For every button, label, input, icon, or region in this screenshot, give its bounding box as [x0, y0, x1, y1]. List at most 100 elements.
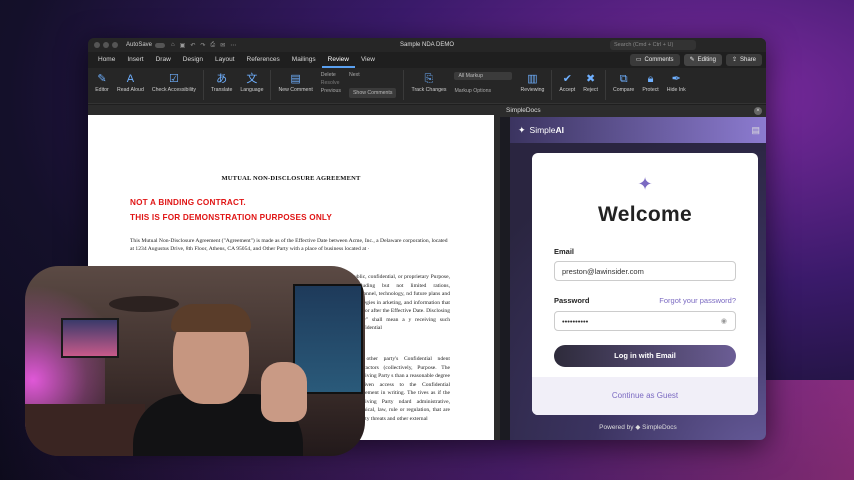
accept-label: Accept	[559, 87, 576, 93]
tab-home[interactable]: Home	[92, 52, 121, 68]
tab-insert[interactable]: Insert	[121, 52, 149, 68]
ribbon-tabs: Home Insert Draw Design Layout Reference…	[88, 52, 766, 68]
divider	[202, 70, 204, 100]
track-changes-button[interactable]: ⎘ Track Changes	[408, 70, 449, 93]
agreement-title: MUTUAL NON-DISCLOSURE AGREEMENT	[221, 175, 361, 182]
tab-references[interactable]: References	[241, 52, 286, 68]
read-aloud-button[interactable]: A Read Aloud	[114, 70, 147, 93]
forgot-password-link[interactable]: Forgot your password?	[659, 296, 736, 305]
tab-view[interactable]: View	[355, 52, 381, 68]
language-icon: 文	[246, 73, 258, 85]
next-comment-button[interactable]: Next	[349, 72, 397, 78]
home-icon[interactable]: ⌂	[171, 42, 175, 49]
hide-ink-icon: ✒	[671, 73, 681, 85]
document-title: Sample NDA DEMO	[399, 42, 455, 48]
track-changes-icon: ⎘	[424, 73, 434, 85]
divider	[403, 70, 405, 100]
new-comment-label: New Comment	[278, 87, 313, 93]
title-bar: AutoSave ⌂ ▣ ↶ ↷ ⎙ ✉ ⋯ Sample NDA DEMO S…	[88, 38, 766, 52]
delete-comment-button[interactable]: Delete	[321, 72, 341, 78]
previous-comment-button[interactable]: Previous	[321, 88, 341, 94]
accept-button[interactable]: ✔ Accept	[556, 70, 578, 93]
track-changes-label: Track Changes	[411, 87, 447, 93]
simpleai-pane: ✦ Simple AI ▤ ✦ Welcome Email preston@law…	[510, 117, 766, 440]
tab-design[interactable]: Design	[177, 52, 209, 68]
undo-icon[interactable]: ↶	[190, 42, 195, 49]
powered-brand: SimpleDocs	[642, 424, 677, 431]
autosave-toggle[interactable]: AutoSave	[126, 42, 166, 48]
login-button[interactable]: Log in with Email	[554, 345, 736, 367]
simpledocs-panel: SimpleDocs × ✦ Simple AI ▤ ✦ Welcome Emai…	[500, 105, 766, 440]
webcam-overlay	[25, 266, 365, 456]
continue-as-guest-link[interactable]: Continue as Guest	[532, 391, 758, 400]
comment-icon: ▭	[635, 57, 642, 63]
protect-button[interactable]: 🔒︎ Protect	[639, 70, 661, 93]
guest-section: Continue as Guest	[532, 377, 758, 415]
autosave-label: AutoSave	[126, 42, 153, 48]
markup-select[interactable]: All Markup	[454, 72, 513, 80]
tab-draw[interactable]: Draw	[150, 52, 177, 68]
brand-bar: ✦ Simple AI ▤	[510, 117, 766, 143]
email-field[interactable]: preston@lawinsider.com	[554, 261, 736, 281]
language-button[interactable]: 文 Language	[237, 70, 266, 93]
close-icon[interactable]: ×	[754, 107, 762, 115]
sofa	[25, 404, 145, 456]
password-field[interactable]: •••••••••• ◉	[554, 311, 736, 331]
reject-button[interactable]: ✖ Reject	[580, 70, 601, 93]
comments-label: Comments	[644, 57, 674, 63]
reviewing-button[interactable]: ▥ Reviewing	[517, 70, 547, 93]
window-controls	[94, 42, 118, 48]
waving-hand	[261, 362, 307, 422]
redo-icon[interactable]: ↷	[200, 42, 205, 49]
new-comment-button[interactable]: ▤ New Comment	[275, 70, 315, 93]
reviewing-label: Reviewing	[520, 87, 545, 93]
compare-label: Compare	[612, 87, 635, 93]
comments-button[interactable]: ▭ Comments	[629, 54, 680, 66]
notice-line-1: NOT A BINDING CONTRACT.	[130, 198, 246, 207]
password-value: ••••••••••	[562, 317, 589, 326]
new-comment-icon: ▤	[290, 73, 301, 85]
pencil-icon: ✎	[689, 57, 695, 63]
language-label: Language	[240, 87, 264, 93]
reviewing-pane-icon: ▥	[527, 73, 538, 85]
translate-button[interactable]: あ Translate	[208, 70, 235, 93]
email-icon[interactable]: ✉	[220, 42, 225, 49]
review-ribbon: ✎ Editor A Read Aloud ☑ Check Accessibility…	[88, 68, 766, 104]
check-accessibility-button[interactable]: ☑ Check Accessibility	[149, 70, 199, 93]
powered-by-label: Powered by	[599, 424, 634, 431]
more-icon[interactable]: ⋯	[230, 42, 236, 49]
save-icon[interactable]: ▣	[180, 42, 186, 49]
editing-button[interactable]: ✎ Editing	[683, 54, 722, 66]
tab-layout[interactable]: Layout	[209, 52, 241, 68]
panel-header: SimpleDocs ×	[500, 105, 766, 117]
lock-icon: 🔒︎	[647, 73, 654, 85]
divider	[604, 70, 606, 100]
reject-label: Reject	[583, 87, 598, 93]
minimize-window-icon[interactable]	[103, 42, 109, 48]
compare-icon: ⧉	[619, 73, 628, 85]
ceiling-fan	[109, 296, 179, 312]
search-input[interactable]: Search (Cmd + Ctrl + U)	[610, 40, 696, 50]
markup-options-button[interactable]: Markup Options	[454, 88, 512, 94]
document-icon[interactable]: ▤	[751, 125, 760, 136]
read-aloud-icon: A	[126, 73, 135, 85]
divider	[270, 70, 272, 100]
close-window-icon[interactable]	[94, 42, 100, 48]
editor-button[interactable]: ✎ Editor	[92, 70, 112, 93]
print-icon[interactable]: ⎙	[210, 42, 215, 49]
protect-label: Protect	[642, 87, 659, 93]
tab-review[interactable]: Review	[321, 52, 355, 68]
intro-paragraph: This Mutual Non-Disclosure Agreement ("A…	[130, 238, 448, 253]
login-card: ✦ Welcome Email preston@lawinsider.com P…	[532, 153, 758, 415]
show-comments-button[interactable]: Show Comments	[348, 88, 397, 98]
compare-button[interactable]: ⧉ Compare	[610, 70, 637, 93]
show-password-icon[interactable]: ◉	[721, 317, 727, 325]
maximize-window-icon[interactable]	[112, 42, 118, 48]
reject-icon: ✖	[586, 73, 596, 85]
share-button[interactable]: ⇪ Share	[725, 54, 762, 66]
sparkle-logo-icon: ✦	[637, 174, 653, 194]
tab-mailings[interactable]: Mailings	[286, 52, 322, 68]
hide-ink-button[interactable]: ✒ Hide Ink	[664, 70, 689, 93]
editor-icon: ✎	[97, 73, 107, 85]
resolve-button[interactable]: Resolve	[321, 80, 341, 86]
